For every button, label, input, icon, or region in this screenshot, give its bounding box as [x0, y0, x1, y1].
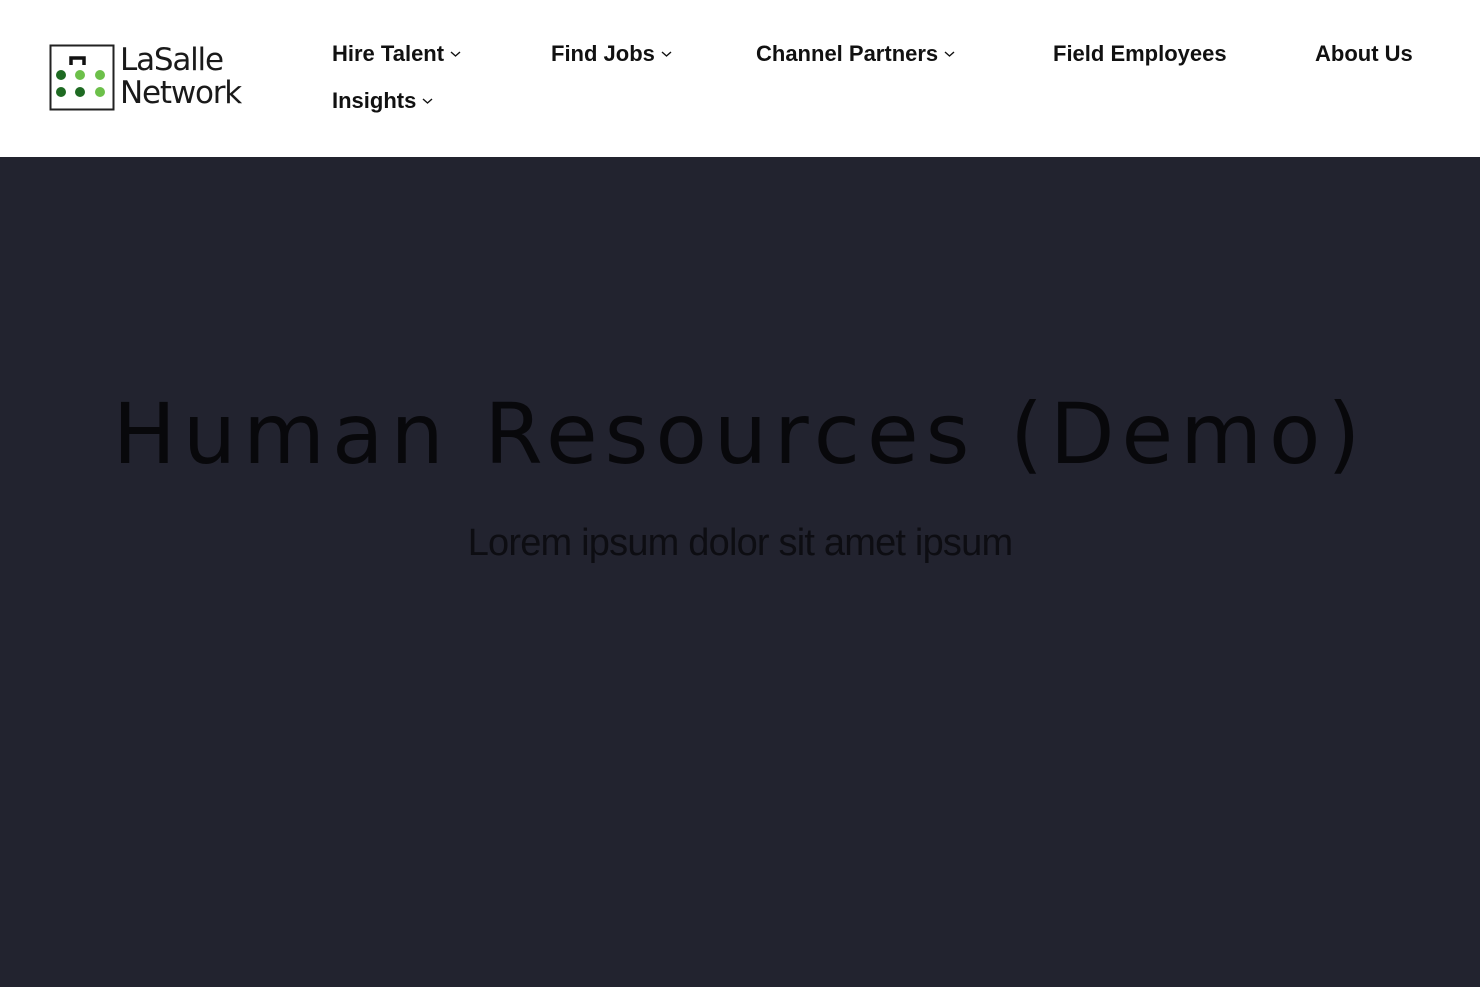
logo-line-2: Network	[120, 75, 242, 111]
chevron-down-icon	[422, 97, 433, 105]
nav-find-jobs[interactable]: Find Jobs	[551, 39, 672, 69]
nav-hire-talent-label: Hire Talent	[332, 41, 445, 66]
logo-wordmark: LaSalle Network	[120, 42, 242, 111]
nav-field-employees[interactable]: Field Employees	[1053, 39, 1227, 69]
nav-insights[interactable]: Insights	[332, 86, 433, 116]
logo-line-1: LaSalle	[120, 42, 224, 78]
hero-banner: Human Resources (Demo) Lorem ipsum dolor…	[0, 157, 1480, 987]
nav-find-jobs-label: Find Jobs	[551, 41, 655, 66]
lasalle-network-logo[interactable]: LaSalle Network	[49, 44, 259, 112]
nav-about-us[interactable]: About Us	[1315, 39, 1413, 69]
hero-subtitle: Lorem ipsum dolor sit amet ipsum	[467, 522, 1013, 564]
hero-title: Human Resources (Demo)	[112, 385, 1368, 483]
site-header: LaSalle Network Hire Talent Find Jobs Ch…	[0, 0, 1480, 157]
logo-mark-icon	[49, 44, 115, 111]
nav-insights-label: Insights	[332, 88, 417, 113]
nav-channel-partners-label: Channel Partners	[756, 41, 939, 66]
chevron-down-icon	[661, 50, 672, 58]
nav-channel-partners[interactable]: Channel Partners	[756, 39, 955, 69]
chevron-down-icon	[450, 50, 461, 58]
chevron-down-icon	[944, 50, 955, 58]
nav-field-employees-label: Field Employees	[1053, 41, 1227, 66]
nav-hire-talent[interactable]: Hire Talent	[332, 39, 461, 69]
nav-about-us-label: About Us	[1315, 41, 1413, 66]
